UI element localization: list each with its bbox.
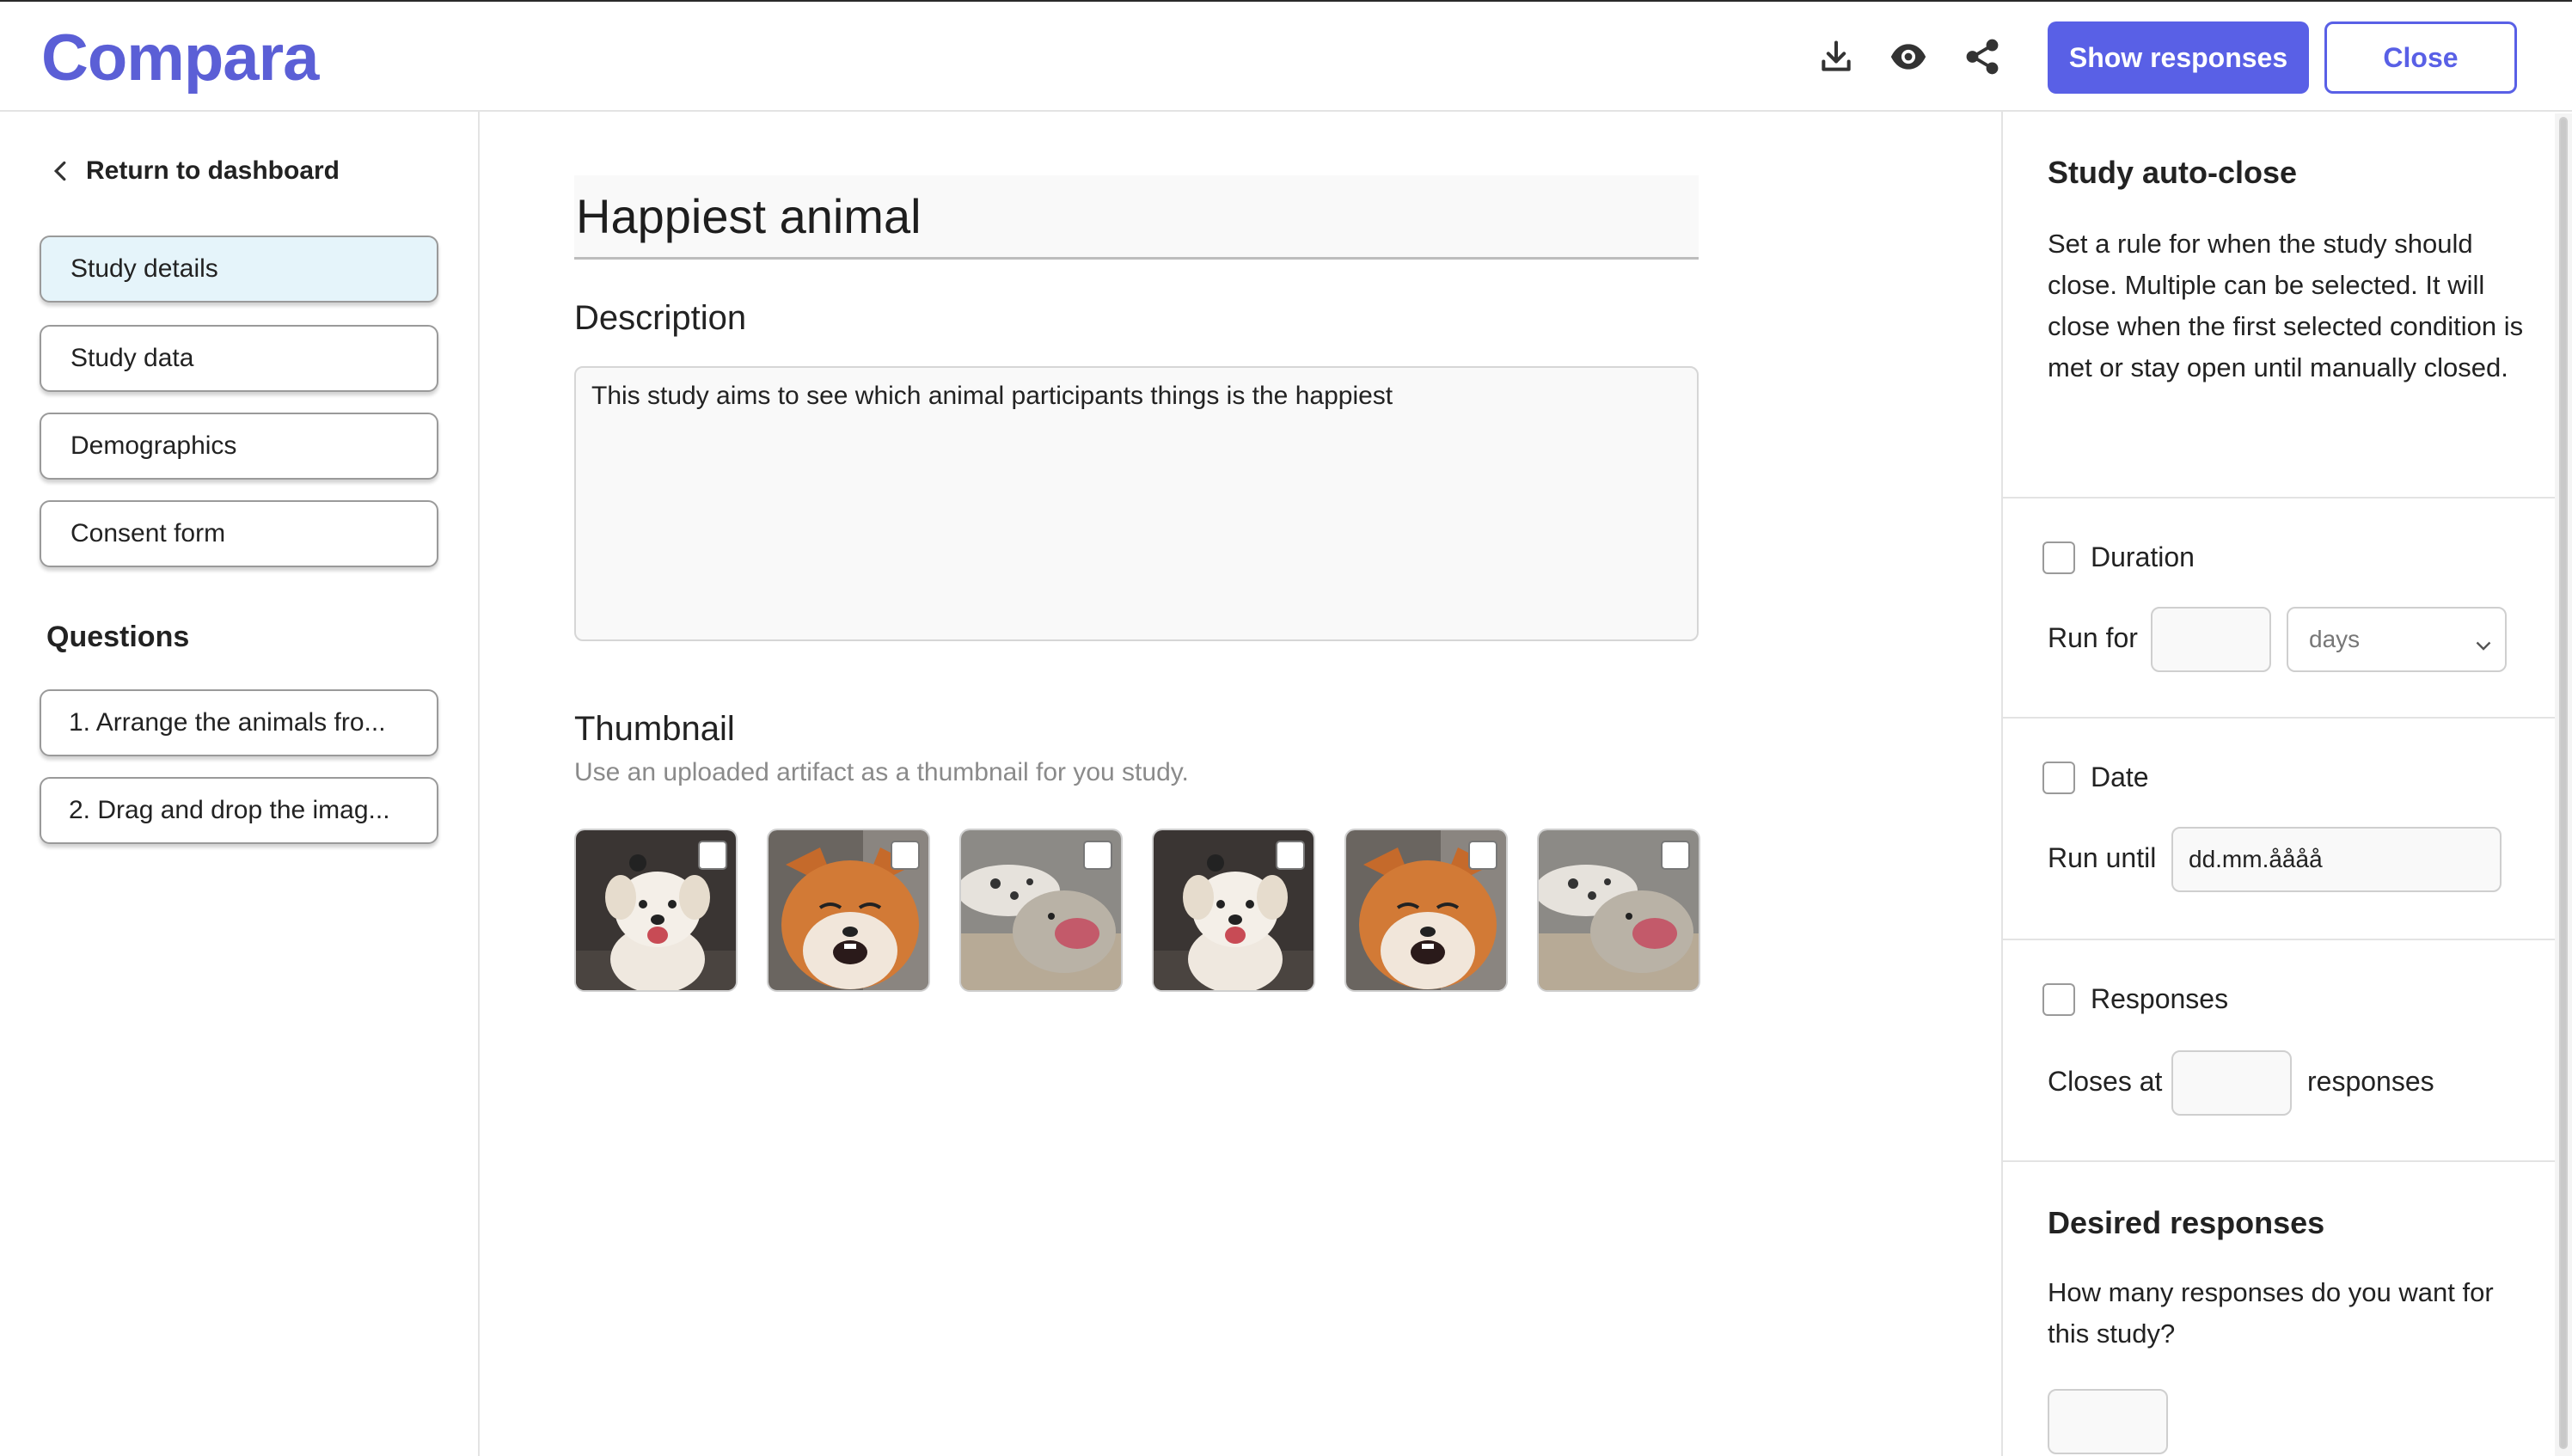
sidebar-question-2[interactable]: 2. Drag and drop the imag... (40, 777, 438, 844)
thumbnail-checkbox-4[interactable] (1276, 841, 1305, 870)
return-to-dashboard-link[interactable]: Return to dashboard (53, 156, 340, 186)
settings-panel: Study auto-close Set a rule for when the… (2001, 112, 2557, 1456)
responses-label: Responses (2091, 983, 2229, 1014)
responses-suffix: responses (2307, 1066, 2434, 1097)
divider (2003, 939, 2557, 940)
top-bar: Compara Show responses Close (0, 0, 2572, 112)
desired-responses-title: Desired responses (2048, 1205, 2325, 1240)
divider (2003, 1160, 2557, 1162)
thumbnail-dog-1[interactable] (574, 829, 738, 992)
date-checkbox[interactable] (2042, 762, 2075, 794)
duration-unit-select[interactable]: days (2287, 607, 2507, 672)
thumbnail-fox-1[interactable] (767, 829, 930, 992)
thumbnail-label: Thumbnail (574, 710, 735, 748)
thumbnail-checkbox-3[interactable] (1083, 841, 1112, 870)
run-for-label: Run for (2048, 622, 2138, 653)
show-responses-button[interactable]: Show responses (2048, 21, 2309, 94)
share-icon[interactable] (1958, 33, 2006, 81)
app-logo[interactable]: Compara (41, 21, 319, 95)
sidebar-item-consent-form[interactable]: Consent form (40, 500, 438, 567)
return-label: Return to dashboard (86, 156, 340, 185)
scrollbar-thumb[interactable] (2559, 117, 2568, 1449)
thumbnail-seal-1[interactable] (959, 829, 1123, 992)
thumbnail-seal-2[interactable] (1537, 829, 1700, 992)
thumbnail-checkbox-5[interactable] (1468, 841, 1497, 870)
download-icon[interactable] (1812, 33, 1860, 81)
responses-checkbox[interactable] (2042, 983, 2075, 1016)
thumbnail-list (574, 829, 1700, 992)
closes-at-label: Closes at (2048, 1066, 2163, 1097)
autoclose-description: Set a rule for when the study should clo… (2048, 229, 2524, 382)
divider (2003, 497, 2557, 499)
description-textarea[interactable]: This study aims to see which animal part… (574, 366, 1699, 641)
close-button[interactable]: Close (2324, 21, 2517, 94)
study-title-value: Happiest animal (576, 189, 922, 243)
sidebar-question-1[interactable]: 1. Arrange the animals fro... (40, 689, 438, 756)
duration-checkbox[interactable] (2042, 541, 2075, 574)
desired-responses-description: How many responses do you want for this … (2048, 1277, 2494, 1349)
sidebar-item-study-data[interactable]: Study data (40, 325, 438, 392)
divider (2003, 717, 2557, 719)
date-input[interactable]: dd.mm.åååå (2171, 827, 2502, 892)
duration-input[interactable] (2151, 607, 2271, 672)
thumbnail-checkbox-2[interactable] (891, 841, 920, 870)
main-content: Happiest animal Description This study a… (481, 112, 2001, 1456)
eye-icon[interactable] (1884, 33, 1932, 81)
date-label: Date (2091, 762, 2149, 792)
chevron-down-icon (2476, 631, 2491, 658)
responses-input[interactable] (2171, 1050, 2292, 1116)
chevron-left-icon (53, 158, 72, 184)
thumbnail-fox-2[interactable] (1344, 829, 1508, 992)
sidebar: Return to dashboard Study details Study … (0, 112, 480, 1456)
scrollbar[interactable] (2555, 113, 2572, 1456)
desired-responses-input[interactable] (2048, 1389, 2168, 1454)
description-label: Description (574, 299, 747, 337)
thumbnail-checkbox-1[interactable] (698, 841, 727, 870)
sidebar-item-study-details[interactable]: Study details (40, 236, 438, 303)
thumbnail-dog-2[interactable] (1152, 829, 1315, 992)
sidebar-item-demographics[interactable]: Demographics (40, 413, 438, 480)
duration-unit-value: days (2309, 626, 2361, 652)
run-until-label: Run until (2048, 842, 2157, 873)
questions-heading: Questions (46, 621, 190, 653)
autoclose-title: Study auto-close (2048, 155, 2298, 190)
thumbnail-hint: Use an uploaded artifact as a thumbnail … (574, 758, 1189, 786)
thumbnail-checkbox-6[interactable] (1661, 841, 1690, 870)
duration-label: Duration (2091, 541, 2195, 572)
study-title-input[interactable]: Happiest animal (574, 175, 1699, 260)
